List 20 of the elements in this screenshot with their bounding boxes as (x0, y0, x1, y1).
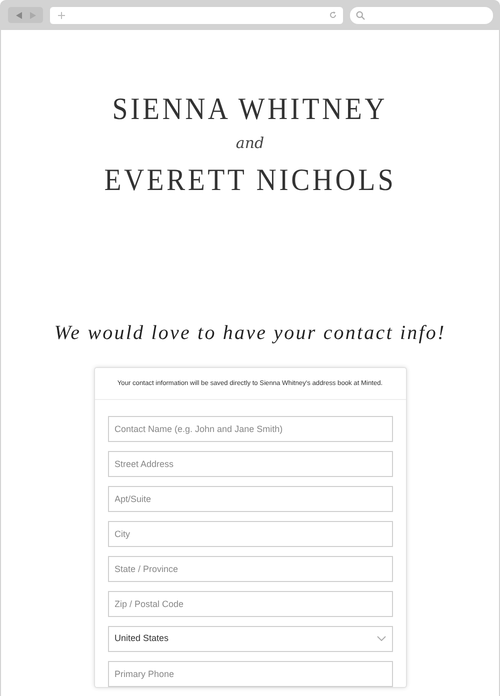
forward-icon[interactable] (30, 12, 36, 18)
input-field[interactable]: Zip / Postal Code (108, 590, 392, 617)
reload-icon[interactable] (329, 11, 337, 19)
input-field[interactable]: Primary Phone (108, 660, 392, 687)
back-icon[interactable] (16, 12, 22, 18)
input-field[interactable]: City (108, 520, 392, 547)
plus-icon[interactable] (58, 12, 65, 18)
search-icon (356, 10, 365, 20)
page-heading: We would love to have your contact info! (54, 320, 446, 345)
country-select[interactable]: United States (108, 626, 392, 652)
search-field[interactable] (350, 6, 493, 24)
input-field[interactable]: Apt/Suite (108, 486, 392, 512)
couple-name: SIENNA WHITNEY (112, 92, 388, 126)
couple-name: EVERETT NICHOLS (104, 162, 396, 197)
input-field[interactable]: Contact Name (e.g. John and Jane Smith) (108, 416, 392, 442)
input-field[interactable]: Street Address (108, 450, 392, 477)
address-bar[interactable] (50, 6, 343, 24)
chevron-icon (376, 636, 386, 642)
input-field[interactable]: State / Province (108, 556, 392, 582)
joiner-text: and (236, 133, 264, 154)
